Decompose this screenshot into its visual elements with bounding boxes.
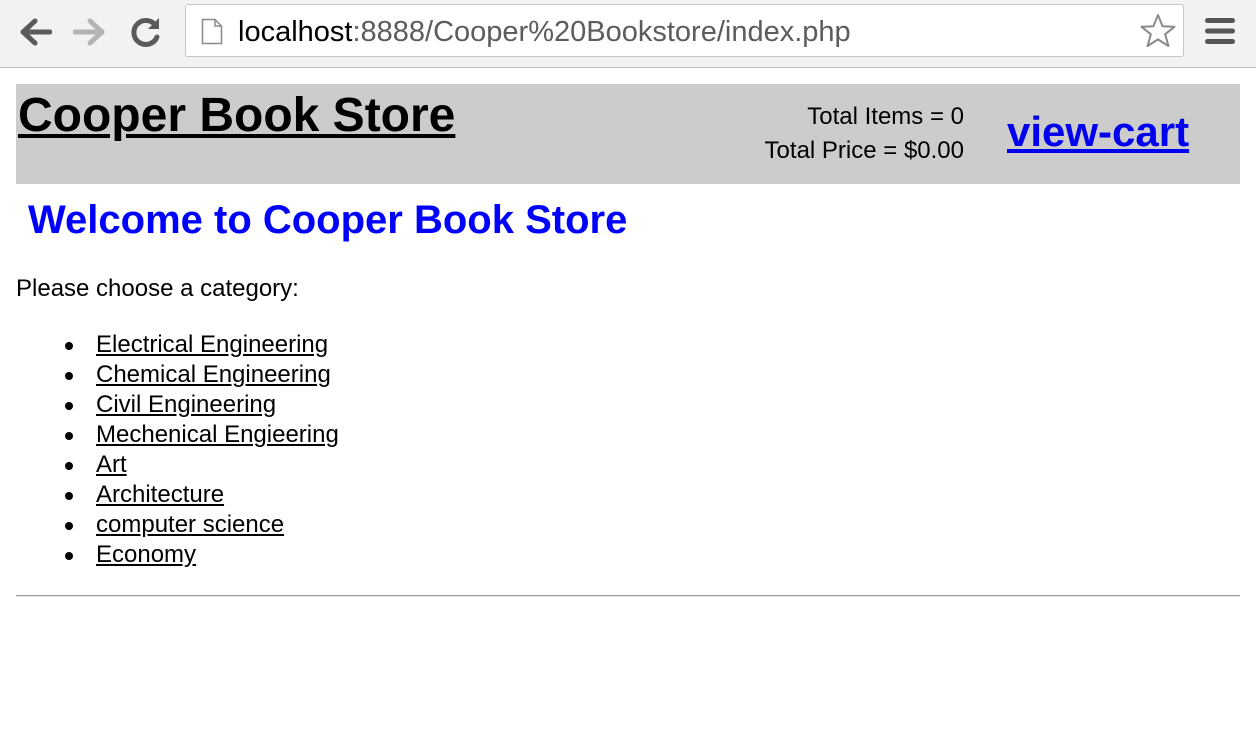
back-arrow-icon[interactable]	[17, 14, 53, 50]
category-link[interactable]: Architecture	[96, 481, 224, 508]
view-cart-link[interactable]: view-cart	[1007, 106, 1189, 158]
url-path: :8888/Cooper%20Bookstore/index.php	[352, 16, 851, 48]
list-item: Mechenical Engieering	[16, 420, 339, 450]
list-item: Chemical Engineering	[16, 360, 339, 390]
list-item: computer science	[16, 510, 339, 540]
category-prompt: Please choose a category:	[16, 275, 299, 302]
category-link[interactable]: Economy	[96, 541, 196, 568]
total-price: Total Price = $0.00	[764, 137, 964, 164]
star-icon[interactable]	[1139, 13, 1177, 54]
browser-toolbar: localhost:8888/Cooper%20Bookstore/index.…	[0, 0, 1256, 68]
total-items: Total Items = 0	[807, 103, 964, 130]
address-bar[interactable]: localhost:8888/Cooper%20Bookstore/index.…	[185, 4, 1184, 57]
list-item: Economy	[16, 540, 339, 570]
list-item: Civil Engineering	[16, 390, 339, 420]
forward-arrow-icon[interactable]	[72, 14, 108, 50]
list-item: Electrical Engineering	[16, 330, 339, 360]
category-link[interactable]: Civil Engineering	[96, 391, 276, 418]
category-list: Electrical Engineering Chemical Engineer…	[16, 330, 339, 570]
store-title-link[interactable]: Cooper Book Store	[18, 88, 455, 144]
reload-icon[interactable]	[128, 14, 164, 50]
list-item: Architecture	[16, 480, 339, 510]
list-item: Art	[16, 450, 339, 480]
horizontal-rule	[16, 595, 1240, 597]
url-text[interactable]: localhost:8888/Cooper%20Bookstore/index.…	[238, 17, 851, 47]
url-host: localhost	[238, 16, 353, 48]
welcome-heading: Welcome to Cooper Book Store	[28, 198, 628, 242]
page-icon	[201, 18, 223, 50]
menu-icon[interactable]	[1204, 16, 1236, 51]
cart-totals: Total Items = 0 Total Price = $0.00	[765, 100, 964, 168]
category-link[interactable]: computer science	[96, 511, 284, 538]
category-link[interactable]: Chemical Engineering	[96, 361, 331, 388]
store-header: Cooper Book Store Total Items = 0 Total …	[16, 84, 1240, 184]
category-link[interactable]: Art	[96, 451, 127, 478]
category-link[interactable]: Mechenical Engieering	[96, 421, 339, 448]
category-link[interactable]: Electrical Engineering	[96, 331, 328, 358]
